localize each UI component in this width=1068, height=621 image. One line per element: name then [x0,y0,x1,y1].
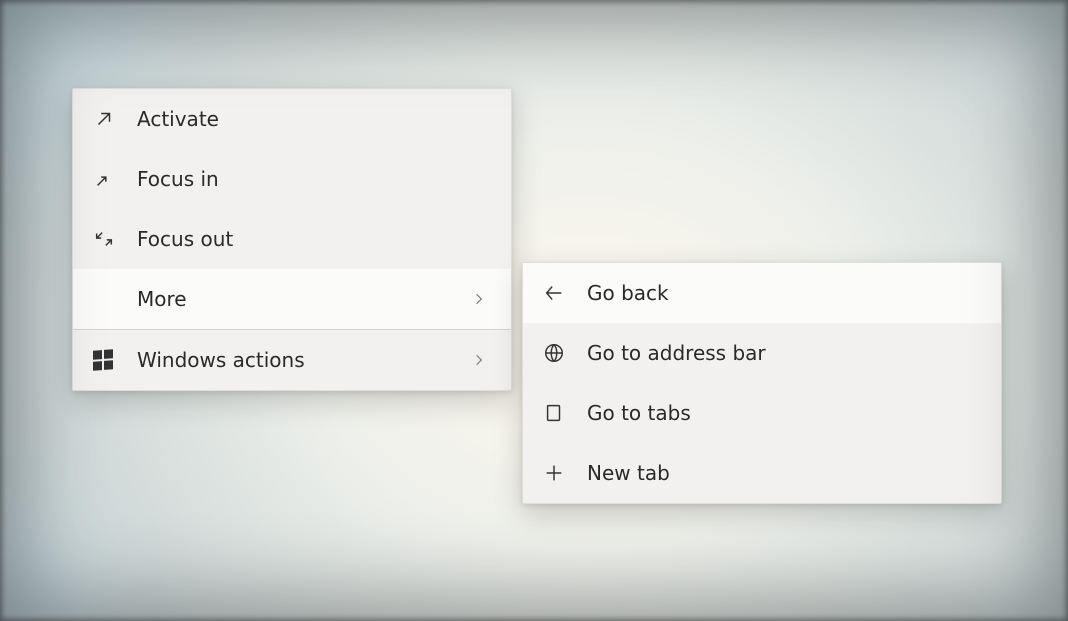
menu-item-activate[interactable]: Activate [73,89,511,149]
menu-item-label: Focus in [137,167,491,191]
menu-item-focus-in[interactable]: Focus in [73,149,511,209]
menu-item-go-to-tabs[interactable]: Go to tabs [523,383,1001,443]
menu-item-label: Activate [137,107,491,131]
menu-item-windows-actions[interactable]: Windows actions [73,330,511,390]
menu-item-label: Go to address bar [587,341,981,365]
plus-icon [543,462,587,484]
menu-item-address-bar[interactable]: Go to address bar [523,323,1001,383]
windows-logo-icon [93,350,137,370]
menu-item-new-tab[interactable]: New tab [523,443,1001,503]
menu-item-focus-out[interactable]: Focus out [73,209,511,269]
menu-item-label: Focus out [137,227,491,251]
menu-item-label: Windows actions [137,348,467,372]
chevron-right-icon [467,292,491,306]
menu-item-label: Go to tabs [587,401,981,425]
menu-item-label: New tab [587,461,981,485]
chevron-right-icon [467,353,491,367]
focus-out-icon [93,228,137,250]
menu-item-label: Go back [587,281,981,305]
context-menu-main: Activate Focus in Focus out More Windows… [72,88,512,391]
context-menu-sub: Go back Go to address bar Go to tabs New… [522,262,1002,504]
menu-item-more[interactable]: More [73,269,511,329]
globe-icon [543,342,587,364]
arrow-left-icon [543,282,587,304]
menu-item-label: More [137,287,467,311]
focus-in-icon [93,168,137,190]
tabs-icon [543,402,587,424]
menu-item-go-back[interactable]: Go back [523,263,1001,323]
arrow-up-right-icon [93,108,137,130]
